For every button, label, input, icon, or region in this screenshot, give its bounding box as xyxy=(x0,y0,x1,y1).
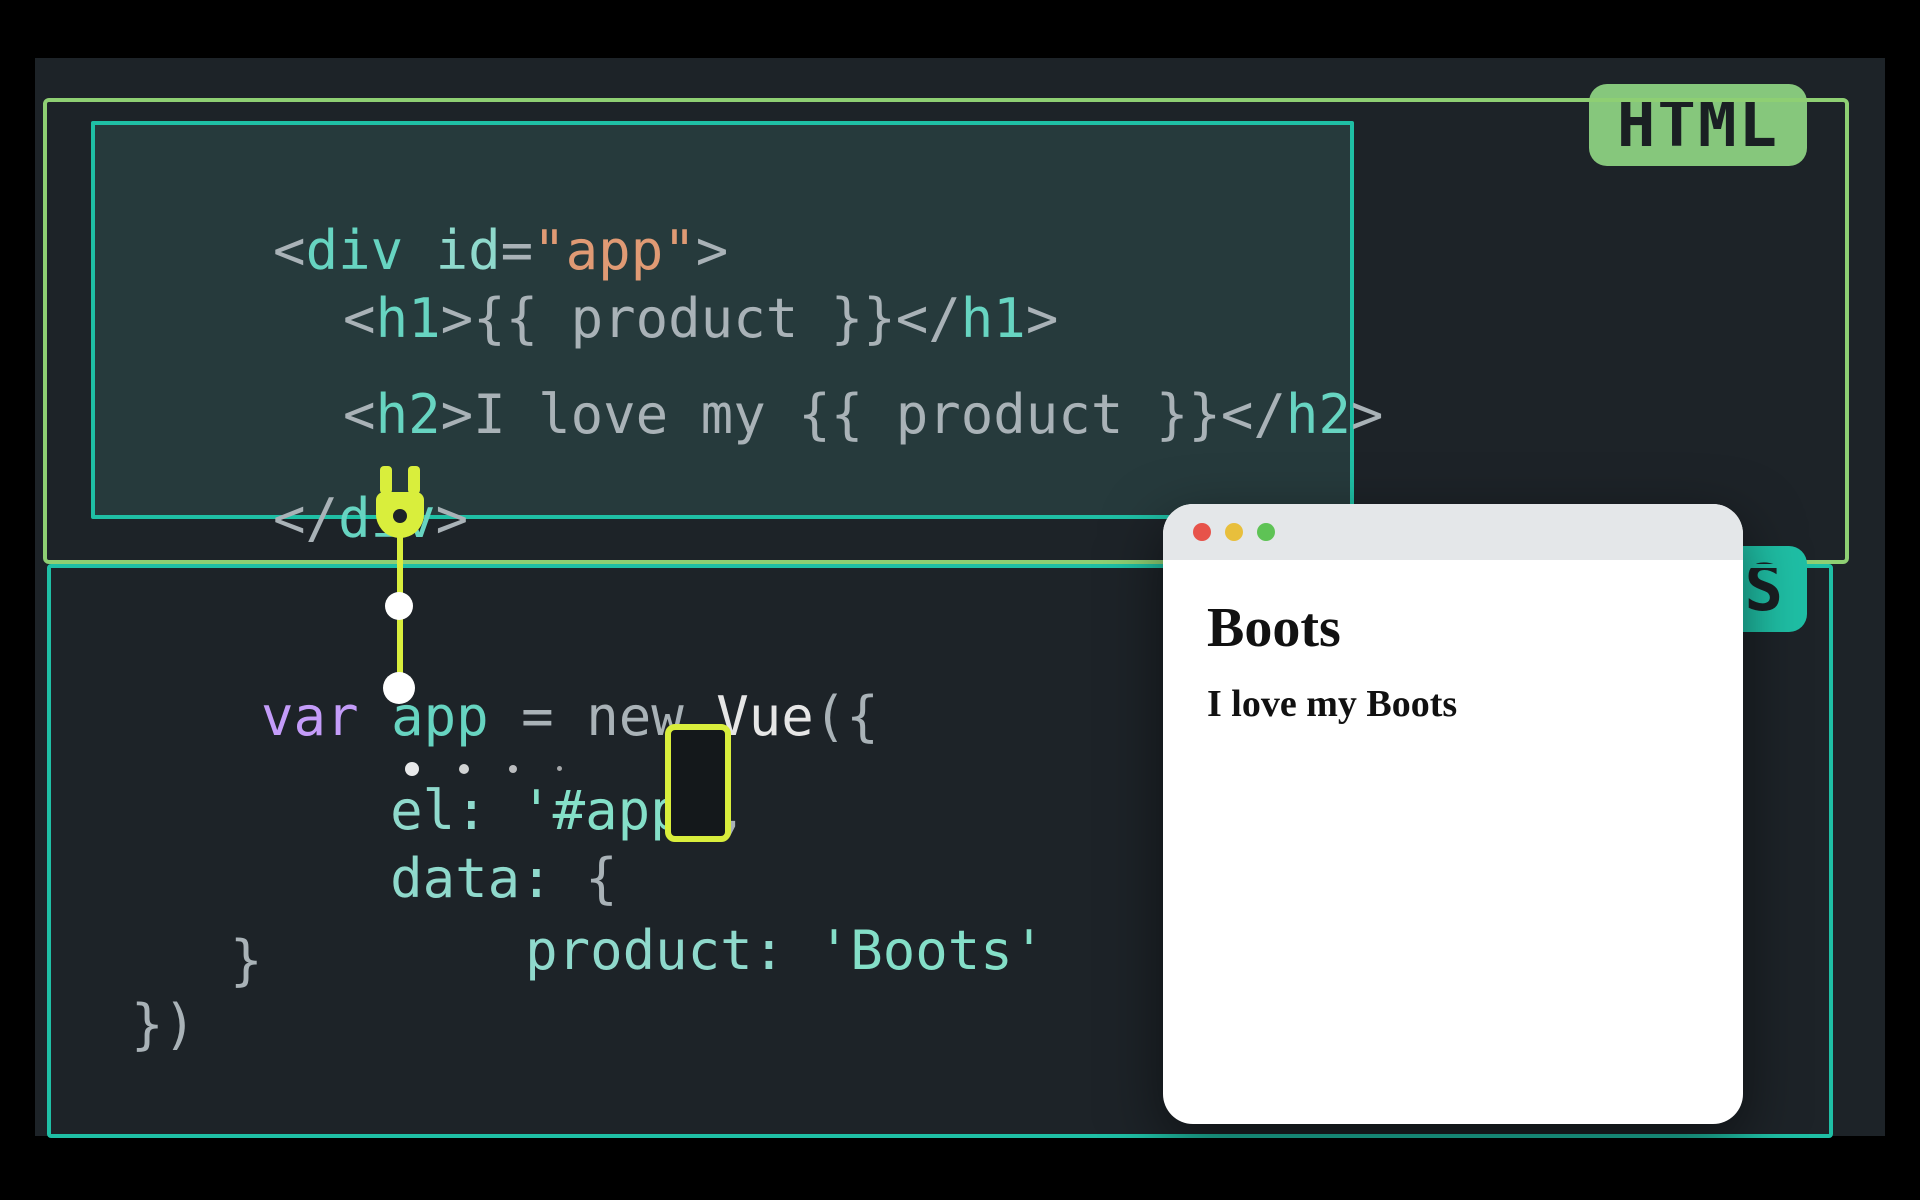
js-code-line-4: product: 'Boots' xyxy=(265,870,1045,1032)
js-code-line-6: }) xyxy=(131,998,196,1052)
minimize-icon[interactable] xyxy=(1225,523,1243,541)
zoom-icon[interactable] xyxy=(1257,523,1275,541)
close-icon[interactable] xyxy=(1193,523,1211,541)
plug-cord xyxy=(397,532,403,700)
js-code-line-5: } xyxy=(165,934,263,988)
slide-stage: HTML <div id="app"> <h1>{{ product }}</h… xyxy=(35,58,1885,1136)
phone-icon xyxy=(665,724,731,842)
browser-titlebar xyxy=(1163,504,1743,560)
data-flow-dots xyxy=(405,762,562,776)
preview-heading-2: I love my Boots xyxy=(1207,682,1699,726)
preview-heading-1: Boots xyxy=(1207,596,1699,660)
browser-body: Boots I love my Boots xyxy=(1163,560,1743,762)
plug-icon xyxy=(370,468,430,538)
browser-preview: Boots I love my Boots xyxy=(1163,504,1743,1124)
